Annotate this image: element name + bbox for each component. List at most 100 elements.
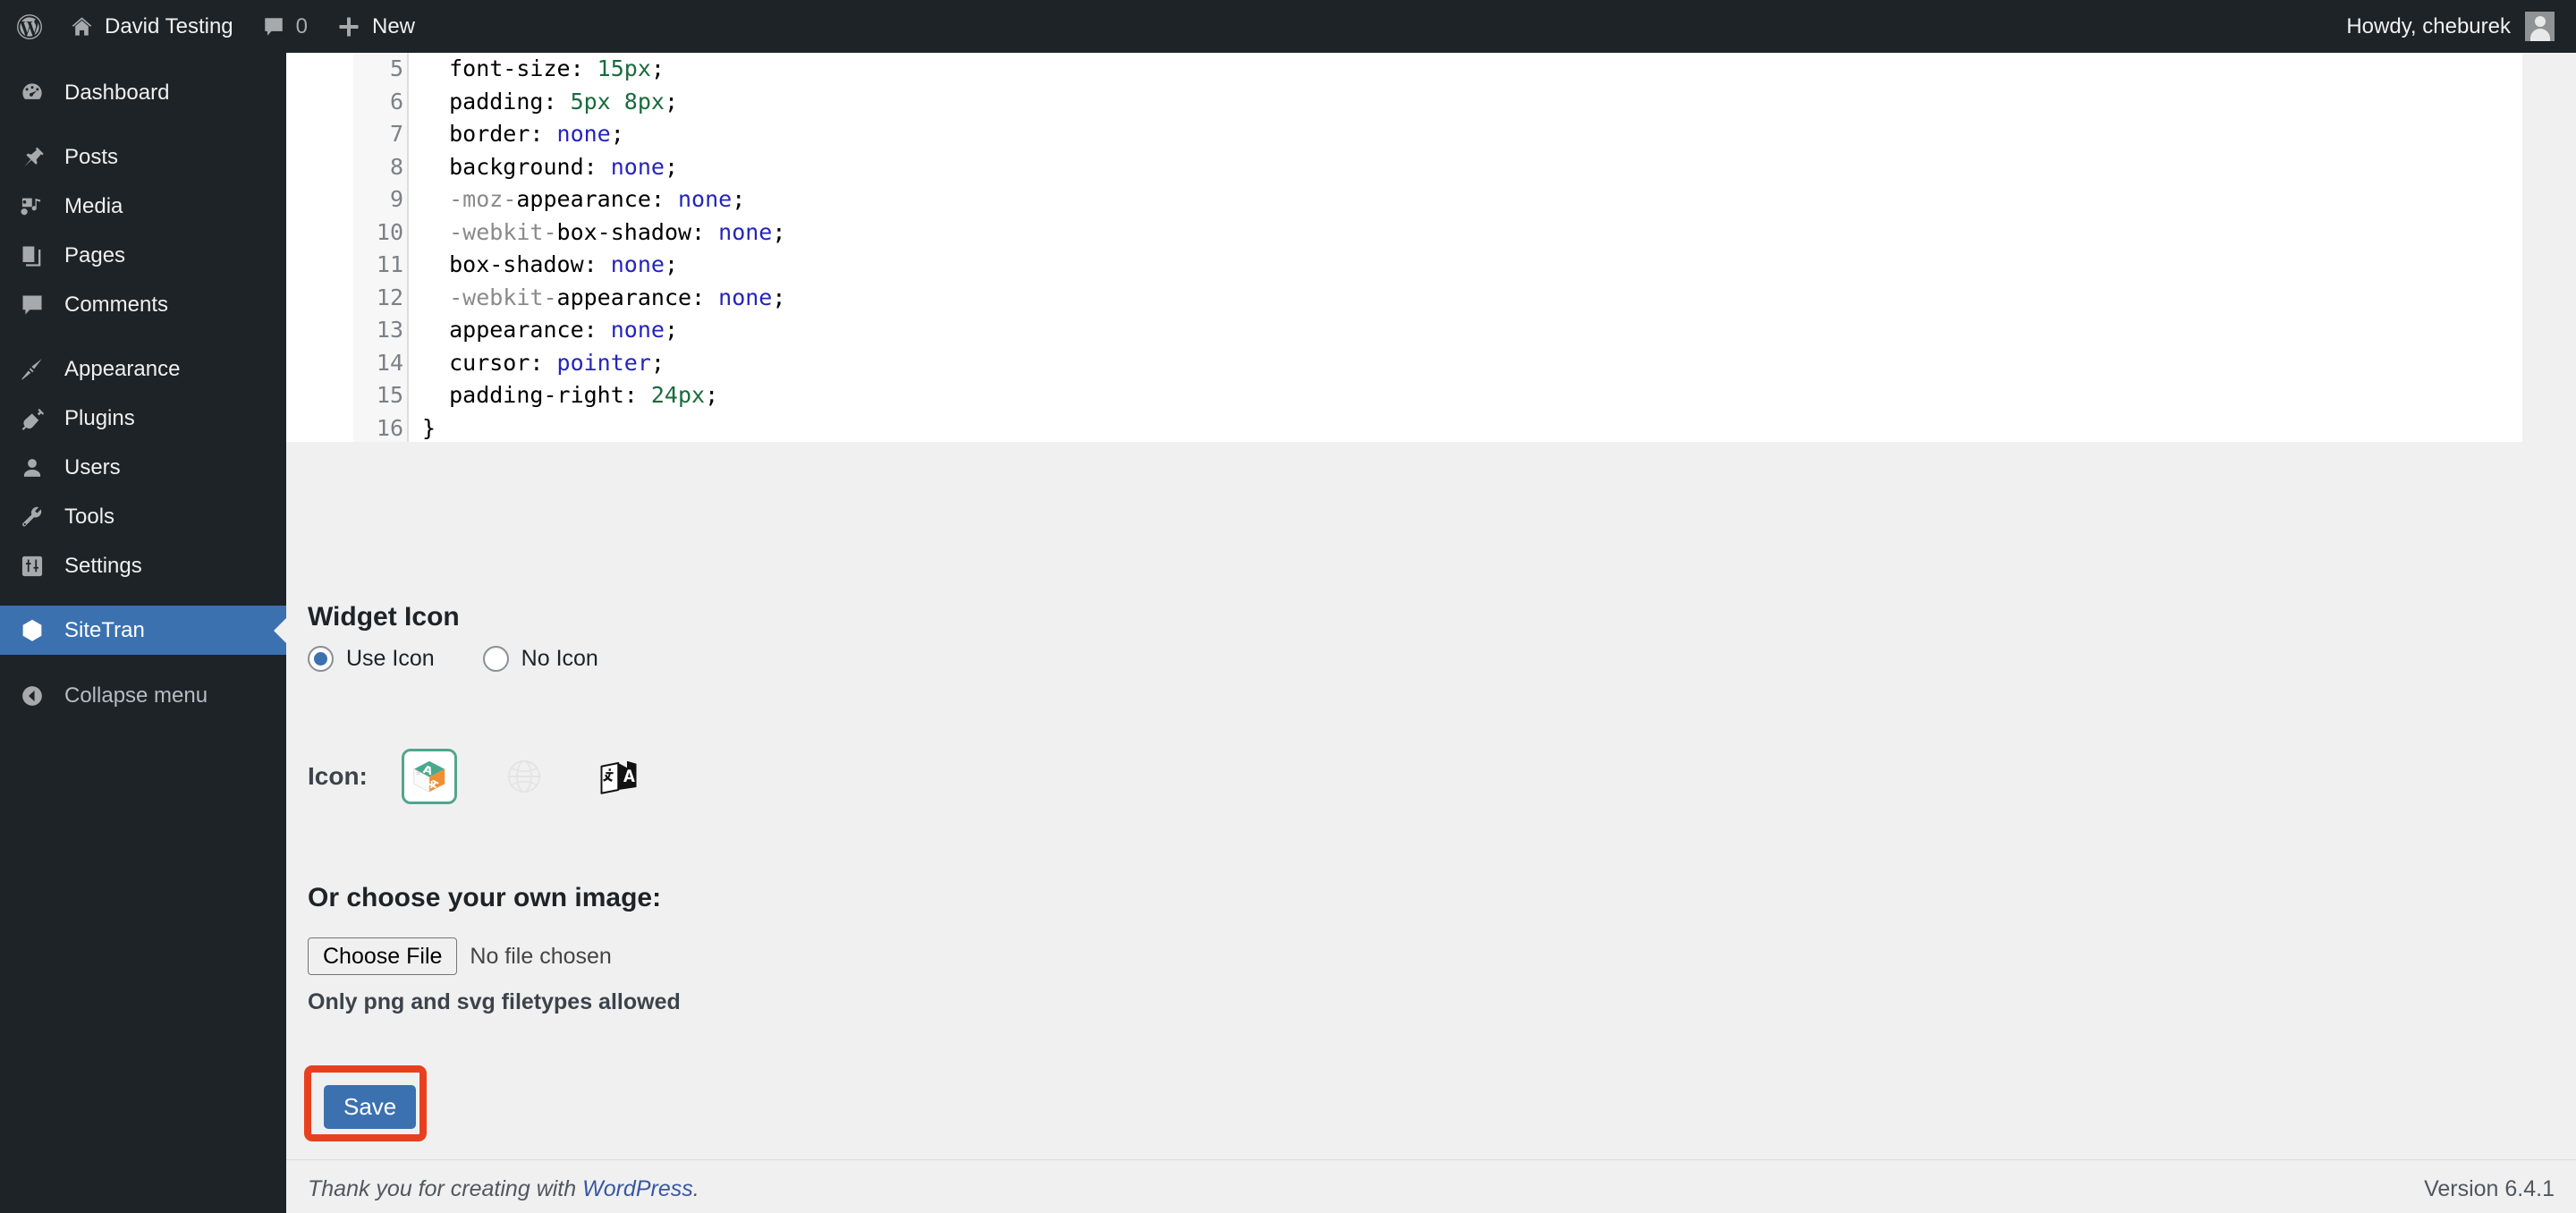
editor-line-number: 8 — [389, 153, 403, 180]
sidebar-item-users[interactable]: Users — [0, 443, 286, 492]
translate-cube-icon — [413, 760, 445, 793]
editor-line-number: 13 — [376, 317, 403, 343]
editor-line: 8 background: none; — [286, 151, 2522, 184]
widget-icon-radio-group: Use Icon No Icon — [308, 646, 598, 672]
sidebar-item-plugins[interactable]: Plugins — [0, 394, 286, 443]
editor-line: 9 -moz-appearance: none; — [286, 183, 2522, 216]
sliders-settings-icon — [16, 554, 48, 579]
howdy-account-menu[interactable]: Howdy, cheburek — [2346, 12, 2576, 41]
sidebar-item-label: Appearance — [64, 356, 181, 381]
editor-line: 16} — [286, 412, 2522, 443]
editor-line-code: -webkit-appearance: none; — [449, 284, 786, 310]
editor-line: 5 font-size: 15px; — [286, 53, 2522, 86]
comments-menu[interactable]: 0 — [248, 0, 322, 53]
sidebar-item-label: Plugins — [64, 405, 135, 430]
sidebar-item-label: SiteTran — [64, 617, 145, 642]
editor-code-lines: 5 font-size: 15px; 6 padding: 5px 8px; 7 b… — [286, 53, 2522, 442]
editor-line-number: 9 — [389, 186, 403, 212]
site-name-menu[interactable]: David Testing — [55, 0, 248, 53]
editor-line: 7 border: none; — [286, 118, 2522, 151]
editor-line: 11 box-shadow: none; — [286, 249, 2522, 282]
globe-icon — [507, 759, 540, 793]
radio-use-icon[interactable] — [308, 646, 334, 672]
user-icon — [16, 455, 48, 480]
wordpress-link[interactable]: WordPress — [582, 1176, 693, 1201]
footer-version: Version 6.4.1 — [2424, 1176, 2555, 1201]
hexagon-icon — [16, 617, 48, 644]
editor-line: 6 padding: 5px 8px; — [286, 86, 2522, 119]
filetype-restriction-note: Only png and svg filetypes allowed — [308, 989, 681, 1014]
sidebar-item-dashboard[interactable]: Dashboard — [0, 68, 286, 117]
radio-option-use-icon[interactable]: Use Icon — [308, 646, 435, 672]
editor-line-code: -webkit-box-shadow: none; — [449, 218, 786, 245]
icon-option-translate-cube[interactable] — [401, 749, 457, 804]
editor-line-number: 10 — [376, 218, 403, 245]
choose-file-button[interactable]: Choose File — [308, 937, 458, 975]
admin-footer: Thank you for creating with WordPress. V… — [286, 1159, 2576, 1213]
user-avatar-icon — [2525, 12, 2555, 41]
pushpin-icon — [16, 145, 48, 170]
site-name-label: David Testing — [105, 13, 233, 38]
css-code-editor[interactable]: 5 font-size: 15px; 6 padding: 5px 8px; 7 b… — [286, 53, 2522, 442]
translate-banner-icon — [600, 760, 637, 794]
editor-line-code: font-size: 15px; — [422, 55, 665, 81]
editor-line-code: background: none; — [422, 153, 678, 180]
sidebar-item-settings[interactable]: Settings — [0, 541, 286, 590]
editor-line-number: 11 — [376, 251, 403, 277]
editor-line-code: border: none; — [422, 121, 624, 147]
new-content-menu[interactable]: New — [322, 0, 429, 53]
sidebar-item-pages[interactable]: Pages — [0, 231, 286, 280]
editor-line-code: } — [422, 414, 436, 441]
sidebar-item-label: Settings — [64, 553, 142, 578]
radio-option-no-icon[interactable]: No Icon — [482, 646, 598, 672]
pages-stack-icon — [16, 243, 48, 268]
save-button[interactable]: Save — [324, 1085, 417, 1129]
icon-chooser-label: Icon: — [308, 762, 368, 790]
collapse-arrow-left-icon — [16, 683, 48, 708]
sidebar-collapse-menu[interactable]: Collapse menu — [0, 671, 286, 720]
save-button-wrapper: Save — [304, 1065, 427, 1141]
sidebar-item-label: Pages — [64, 242, 126, 267]
wp-logo-menu[interactable] — [0, 0, 55, 53]
active-menu-arrow-icon — [274, 617, 286, 643]
editor-line-number: 5 — [389, 55, 403, 81]
editor-line: 13 appearance: none; — [286, 314, 2522, 347]
icon-chooser-row: Icon: — [308, 749, 647, 804]
file-name-status: No file chosen — [470, 943, 612, 969]
comment-bubble-icon — [16, 293, 48, 318]
menu-spacer — [0, 117, 286, 132]
sidebar-item-label: Posts — [64, 144, 119, 169]
radio-no-icon[interactable] — [482, 646, 509, 672]
sidebar-item-tools[interactable]: Tools — [0, 492, 286, 541]
sidebar-item-label: Media — [64, 193, 123, 218]
sidebar-item-appearance[interactable]: Appearance — [0, 344, 286, 394]
sidebar-item-posts[interactable]: Posts — [0, 132, 286, 182]
radio-label-no-icon: No Icon — [521, 646, 598, 671]
admin-sidebar-menu: Dashboard Posts Media Pages Comments App… — [0, 53, 286, 1213]
media-camera-music-icon — [16, 194, 48, 219]
file-upload-row: Choose File No file chosen — [308, 937, 612, 975]
editor-line: 15 padding-right: 24px; — [286, 379, 2522, 412]
icon-option-globe[interactable] — [496, 749, 552, 804]
plug-icon — [16, 406, 48, 431]
editor-line-code: padding: 5px 8px; — [422, 88, 679, 115]
editor-line-number: 14 — [376, 349, 403, 376]
comments-count: 0 — [295, 13, 308, 38]
icon-option-translate-banner[interactable] — [591, 749, 647, 804]
main-content-area: 5 font-size: 15px; 6 padding: 5px 8px; 7 b… — [286, 53, 2576, 1213]
footer-thanks-suffix: . — [692, 1176, 699, 1201]
admin-bar: David Testing 0 New Howdy, cheburek — [0, 0, 2576, 53]
sidebar-item-media[interactable]: Media — [0, 182, 286, 231]
menu-spacer — [0, 329, 286, 344]
footer-thanks-prefix: Thank you for creating with — [308, 1176, 583, 1201]
dashboard-gauge-icon — [16, 80, 48, 106]
sidebar-item-comments[interactable]: Comments — [0, 280, 286, 329]
sidebar-item-sitetran[interactable]: SiteTran — [0, 606, 286, 655]
editor-line: 14 cursor: pointer; — [286, 347, 2522, 380]
editor-line-code: box-shadow: none; — [422, 251, 678, 277]
new-content-label: New — [372, 13, 416, 38]
editor-line-number: 16 — [376, 414, 403, 441]
sidebar-item-label: Dashboard — [64, 80, 170, 105]
widget-icon-section-title: Widget Icon — [308, 602, 460, 632]
plus-icon — [336, 14, 361, 39]
